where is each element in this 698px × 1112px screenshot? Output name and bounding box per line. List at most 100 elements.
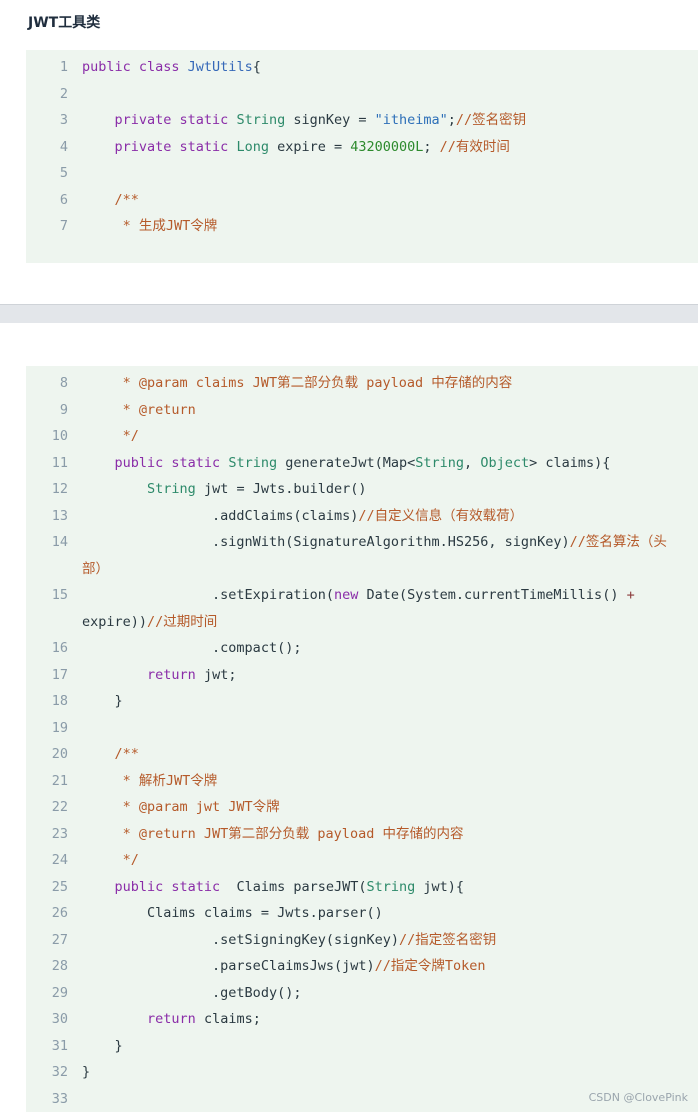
code-text: .getBody(); <box>82 980 698 1007</box>
code-text: private static Long expire = 43200000L; … <box>82 134 698 161</box>
code-line: 25 public static Claims parseJWT(String … <box>26 874 698 901</box>
code-token: ; <box>447 112 456 128</box>
line-number: 32 <box>51 1064 68 1080</box>
line-number: 31 <box>51 1037 68 1054</box>
line-number: 23 <box>51 825 68 842</box>
code-token: Object <box>480 454 530 471</box>
code-token: .getBody(); <box>82 984 302 1001</box>
code-token: * @return <box>122 401 196 418</box>
code-text: * 解析JWT令牌 <box>82 768 698 795</box>
code-line: 17 return jwt; <box>26 662 698 689</box>
code-token: } <box>82 1064 91 1080</box>
code-text: /** <box>82 187 698 214</box>
code-token: public class <box>82 59 188 75</box>
line-number: 21 <box>51 772 68 789</box>
line-number: 8 <box>59 375 68 391</box>
code-token: jwt; <box>195 666 237 683</box>
code-text: .parseClaimsJws(jwt)//指定令牌Token <box>82 953 698 980</box>
code-line: 29 .getBody(); <box>26 980 698 1007</box>
line-number: 25 <box>51 878 68 895</box>
code-token: } <box>82 1037 123 1054</box>
code-token: String <box>366 878 416 895</box>
line-number: 33 <box>51 1090 68 1107</box>
code-text: * @param claims JWT第二部分负载 payload 中存储的内容 <box>82 370 698 397</box>
code-line: 19 <box>26 715 698 742</box>
line-number: 9 <box>59 401 68 418</box>
code-token: /** <box>114 746 139 762</box>
code-text: * @return <box>82 397 698 424</box>
code-token: .parseClaimsJws(jwt) <box>82 958 375 974</box>
code-line: 3 private static String signKey = "ithei… <box>26 107 698 134</box>
code-token: return <box>147 666 196 683</box>
code-token: Claims claims = Jwts.parser() <box>82 905 383 921</box>
code-text: * 生成JWT令牌 <box>82 213 698 240</box>
code-block-part-1: 1 public class JwtUtils{ 2 3 private stati… <box>26 50 698 263</box>
code-token: + <box>626 587 635 603</box>
line-number: 3 <box>59 112 68 128</box>
line-number: 20 <box>51 746 68 762</box>
code-token: .setExpiration( <box>82 587 334 603</box>
line-number: 13 <box>51 507 68 524</box>
code-token: //有效时间 <box>439 138 510 155</box>
code-token: */ <box>122 852 139 868</box>
line-number: 14 <box>51 534 68 550</box>
code-token: } <box>82 693 123 709</box>
code-token: Date(System.currentTimeMillis() <box>358 587 627 603</box>
code-token: Claims parseJWT( <box>228 878 367 895</box>
line-number: 24 <box>51 852 68 868</box>
line-number: 29 <box>51 984 68 1001</box>
code-text: */ <box>82 847 698 874</box>
line-number: 6 <box>59 191 68 208</box>
code-token: * @param claims JWT第二部分负载 payload 中存储的内容 <box>122 375 513 391</box>
code-token: public static <box>114 878 229 895</box>
line-number: 2 <box>59 85 68 102</box>
code-line: 8 * @param claims JWT第二部分负载 payload 中存储的… <box>26 370 698 397</box>
code-line: 1 public class JwtUtils{ <box>26 54 698 81</box>
line-number: 4 <box>59 138 68 155</box>
line-number: 30 <box>51 1011 68 1027</box>
code-line: 24 */ <box>26 847 698 874</box>
line-number: 16 <box>51 640 68 656</box>
code-text: return jwt; <box>82 662 698 689</box>
line-number: 18 <box>51 693 68 709</box>
code-token: //自定义信息（有效载荷） <box>358 507 524 524</box>
line-number: 26 <box>51 905 68 921</box>
line-number: 28 <box>51 958 68 974</box>
code-block-part-2: 8 * @param claims JWT第二部分负载 payload 中存储的… <box>26 366 698 1112</box>
code-token: , <box>464 454 481 471</box>
code-line: 9 * @return <box>26 397 698 424</box>
line-number: 12 <box>51 481 68 497</box>
code-line: 30 return claims; <box>26 1006 698 1033</box>
line-number: 7 <box>59 218 68 234</box>
code-text: .signWith(SignatureAlgorithm.HS256, sign… <box>82 529 698 582</box>
code-text: * @param jwt JWT令牌 <box>82 794 698 821</box>
line-number: 5 <box>59 165 68 181</box>
code-token: String <box>228 454 278 471</box>
code-line: 6 /** <box>26 187 698 214</box>
code-text: } <box>82 1059 698 1086</box>
code-token: ; <box>423 138 440 155</box>
code-token: expire = <box>268 138 351 155</box>
code-token: */ <box>122 428 139 444</box>
code-text: } <box>82 1033 698 1060</box>
code-token: private static <box>114 112 237 128</box>
code-token: private static <box>114 138 237 155</box>
code-text: private static String signKey = "itheima… <box>82 107 698 134</box>
code-token: Long <box>236 138 269 155</box>
code-line: 28 .parseClaimsJws(jwt)//指定令牌Token <box>26 953 698 980</box>
code-token: public static <box>114 454 229 471</box>
code-text: .compact(); <box>82 635 698 662</box>
code-token: .addClaims(claims) <box>82 507 359 524</box>
code-text: String jwt = Jwts.builder() <box>82 476 698 503</box>
code-token: * 生成JWT令牌 <box>122 218 218 234</box>
